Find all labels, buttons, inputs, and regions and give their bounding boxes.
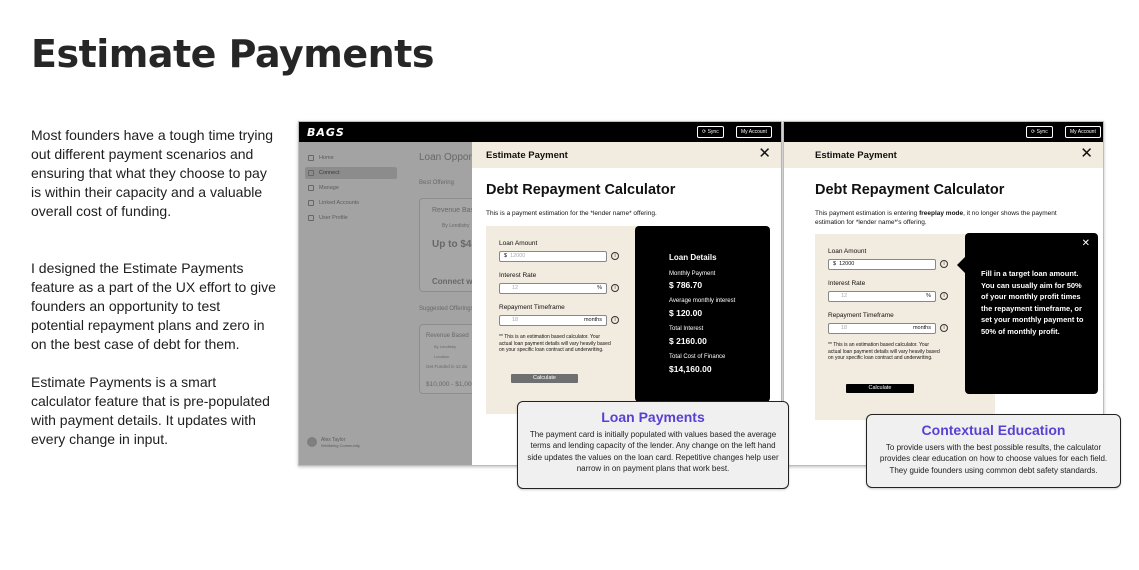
loan-amount-input[interactable]: $12000 <box>499 251 607 262</box>
loan-payments-callout: Loan Payments The payment card is initia… <box>517 401 789 489</box>
tooltip-text: Fill in a target loan amount. You can us… <box>981 269 1084 336</box>
interest-rate-input[interactable]: 12% <box>828 291 936 302</box>
repayment-timeframe-label: Repayment Timeframe <box>828 312 894 319</box>
info-icon[interactable]: i <box>940 324 948 332</box>
calculate-button[interactable]: Calculate <box>846 384 914 393</box>
close-icon[interactable]: ✕ <box>1080 146 1093 162</box>
calculator-title: Debt Repayment Calculator <box>815 182 1005 198</box>
info-icon[interactable]: i <box>940 260 948 268</box>
modal-header: Estimate Payment ✕ <box>472 142 781 168</box>
calculate-button[interactable]: Calculate <box>511 374 578 383</box>
description-paragraph: I designed the Estimate Payments feature… <box>31 260 276 352</box>
callout-text: To provide users with the best possible … <box>879 443 1108 475</box>
loan-amount-label: Loan Amount <box>499 240 538 247</box>
my-account-button[interactable]: My Account <box>736 126 772 138</box>
info-icon[interactable]: i <box>611 252 619 260</box>
calculator-disclaimer: ** This is an estimation based calculato… <box>828 342 940 361</box>
info-icon[interactable]: i <box>611 316 619 324</box>
callout-title: Loan Payments <box>601 409 705 425</box>
app-topbar: ⟳ Sync My Account <box>784 122 1103 142</box>
callout-title: Contextual Education <box>921 422 1066 438</box>
interest-rate-input[interactable]: 12% <box>499 283 607 294</box>
loan-amount-label: Loan Amount <box>828 248 867 255</box>
repayment-timeframe-label: Repayment Timeframe <box>499 304 565 311</box>
my-account-button[interactable]: My Account <box>1065 126 1101 138</box>
description-paragraph: Estimate Payments is a smart calculator … <box>31 374 270 447</box>
modal-header: Estimate Payment ✕ <box>784 142 1103 168</box>
close-icon[interactable]: ✕ <box>758 146 771 162</box>
average-interest-value: $ 120.00 <box>669 308 703 318</box>
repayment-timeframe-input[interactable]: 18 months <box>828 323 936 334</box>
close-icon[interactable]: ✕ <box>1082 238 1090 249</box>
estimation-note: This is a payment estimation for the *le… <box>486 210 657 217</box>
total-interest-value: $ 2160.00 <box>669 336 707 346</box>
total-cost-value: $14,160.00 <box>669 364 712 374</box>
freeplay-note: This payment estimation is entering free… <box>815 210 1057 226</box>
page-title: Estimate Payments <box>31 32 434 76</box>
callout-text: The payment card is initially populated … <box>527 430 779 473</box>
modal-title: Estimate Payment <box>486 150 568 161</box>
contextual-education-callout: Contextual Education To provide users wi… <box>866 414 1121 488</box>
loan-amount-input[interactable]: $12000 <box>828 259 936 270</box>
interest-rate-label: Interest Rate <box>499 272 537 279</box>
calculator-disclaimer: ** This is an estimation based calculato… <box>499 334 611 353</box>
calculator-title: Debt Repayment Calculator <box>486 182 676 198</box>
sync-button[interactable]: ⟳ Sync <box>1026 126 1053 138</box>
loan-details-title: Loan Details <box>669 253 717 262</box>
bags-logo: BAGS <box>307 126 345 139</box>
monthly-payment-value: $ 786.70 <box>669 280 703 290</box>
info-icon[interactable]: i <box>940 292 948 300</box>
interest-rate-label: Interest Rate <box>828 280 866 287</box>
loan-amount-tooltip: ✕ Fill in a target loan amount. You can … <box>957 233 1098 394</box>
description-paragraph: Most founders have a tough time trying o… <box>31 127 274 219</box>
modal-title: Estimate Payment <box>815 150 897 161</box>
sync-button[interactable]: ⟳ Sync <box>697 126 724 138</box>
app-topbar: BAGS ⟳ Sync My Account <box>299 122 781 142</box>
loan-details-card: Loan Details Monthly Payment $ 786.70 Av… <box>635 226 770 402</box>
info-icon[interactable]: i <box>611 284 619 292</box>
repayment-timeframe-input[interactable]: 18 months <box>499 315 607 326</box>
